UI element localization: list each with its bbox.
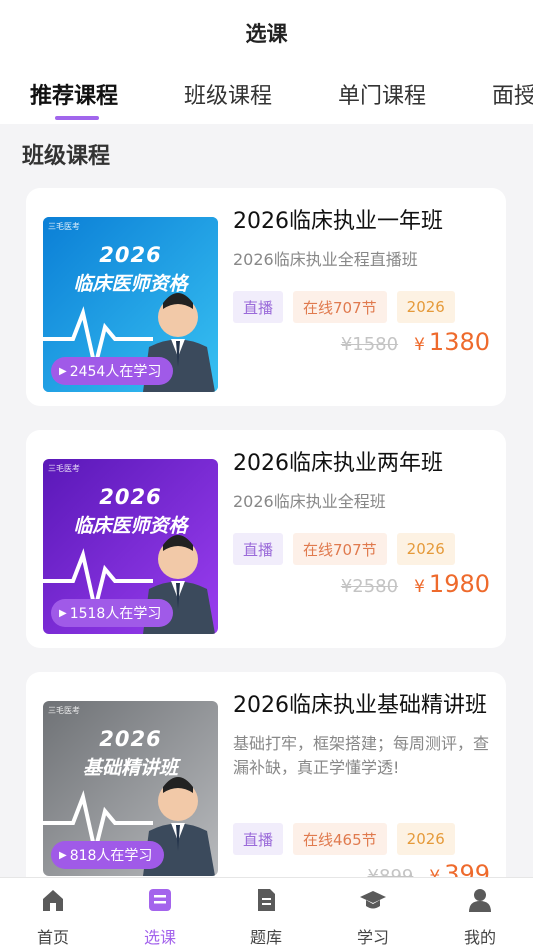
course-subtitle: 基础打牢，框架搭建；每周测评，查漏补缺，真正学懂学透! bbox=[233, 734, 490, 777]
course-name[interactable]: 2026临床执业两年班 bbox=[233, 450, 493, 478]
thumbnail-year: 2026 bbox=[99, 727, 162, 751]
nav-question-bank[interactable]: 题库 bbox=[231, 886, 301, 948]
brand-label: 三毛医考 bbox=[48, 464, 80, 473]
course-info: 2026临床执业一年班 2026临床执业全程直播班 bbox=[233, 208, 493, 272]
tag-year: 2026 bbox=[396, 823, 455, 855]
thumbnail-title: 临床医师资格 bbox=[73, 273, 188, 295]
course-card[interactable]: 三毛医考 2026 临床医师资格 ▶ 2454人在学习 2026临床执业一年班 … bbox=[26, 188, 506, 406]
course-select-icon bbox=[149, 889, 171, 911]
learners-count: 1518人在学习 bbox=[69, 606, 162, 622]
nav-label: 学习 bbox=[356, 928, 389, 947]
nav-label: 首页 bbox=[36, 928, 69, 947]
thumbnail-title: 基础精讲班 bbox=[82, 757, 178, 779]
course-subtitle: 2026临床执业全程直播班 bbox=[233, 250, 418, 269]
thumbnail-year: 2026 bbox=[99, 485, 162, 509]
play-icon: ▶ bbox=[59, 607, 67, 619]
learners-badge: ▶ 818人在学习 bbox=[51, 841, 165, 869]
tab-recommended[interactable]: 推荐课程 bbox=[30, 78, 118, 110]
tab-face-to-face[interactable]: 面授 bbox=[492, 78, 533, 110]
nav-profile[interactable]: 我的 bbox=[445, 886, 515, 948]
course-card[interactable]: 三毛医考 2026 临床医师资格 ▶ 1518人在学习 2026临床执业两年班 … bbox=[26, 430, 506, 648]
original-price: ¥1580 bbox=[340, 334, 399, 355]
course-tabs: 推荐课程 班级课程 单门课程 面授 bbox=[0, 66, 533, 124]
thumbnail-year: 2026 bbox=[99, 243, 162, 267]
course-info: 2026临床执业基础精讲班 基础打牢，框架搭建；每周测评，查漏补缺，真正学懂学透… bbox=[233, 692, 493, 780]
learners-count: 2454人在学习 bbox=[69, 364, 162, 380]
learners-count: 818人在学习 bbox=[69, 848, 153, 864]
brand-label: 三毛医考 bbox=[48, 222, 80, 231]
tag-lessons: 在线707节 bbox=[293, 533, 387, 565]
course-card[interactable]: 三毛医考 2026 基础精讲班 ▶ 818人在学习 2026临床执业基础精讲班 … bbox=[26, 672, 506, 902]
question-bank-icon bbox=[258, 889, 275, 911]
graduation-cap-icon bbox=[360, 891, 386, 909]
active-tab-indicator bbox=[55, 116, 99, 120]
tab-single-courses[interactable]: 单门课程 bbox=[338, 78, 426, 110]
nav-label: 我的 bbox=[463, 928, 496, 947]
currency-symbol: ¥ bbox=[414, 335, 425, 355]
currency-symbol: ¥ bbox=[414, 577, 425, 597]
course-name[interactable]: 2026临床执业基础精讲班 bbox=[233, 692, 493, 720]
course-thumbnail[interactable]: 三毛医考 2026 临床医师资格 ▶ 1518人在学习 bbox=[43, 459, 218, 634]
course-tags: 直播 在线707节 2026 bbox=[233, 291, 455, 323]
course-tags: 直播 在线465节 2026 bbox=[233, 823, 455, 855]
nav-label: 选课 bbox=[143, 928, 176, 947]
tag-lessons: 在线465节 bbox=[293, 823, 387, 855]
course-tags: 直播 在线707节 2026 bbox=[233, 533, 455, 565]
original-price: ¥2580 bbox=[340, 576, 399, 597]
play-icon: ▶ bbox=[59, 365, 67, 377]
current-price: 1980 bbox=[428, 570, 490, 598]
nav-study[interactable]: 学习 bbox=[338, 886, 408, 948]
price-row: ¥1580 ¥ 1380 bbox=[341, 328, 490, 356]
thumbnail-title: 临床医师资格 bbox=[73, 515, 188, 537]
tab-class-courses[interactable]: 班级课程 bbox=[184, 78, 272, 110]
home-icon bbox=[43, 890, 63, 911]
current-price: 1380 bbox=[428, 328, 490, 356]
tag-live: 直播 bbox=[233, 291, 284, 323]
course-thumbnail[interactable]: 三毛医考 2026 临床医师资格 ▶ 2454人在学习 bbox=[43, 217, 218, 392]
tag-live: 直播 bbox=[233, 533, 284, 565]
nav-home[interactable]: 首页 bbox=[18, 886, 88, 948]
section-title: 班级课程 bbox=[22, 144, 111, 169]
profile-icon bbox=[469, 889, 491, 912]
learners-badge: ▶ 2454人在学习 bbox=[51, 357, 174, 385]
course-thumbnail[interactable]: 三毛医考 2026 基础精讲班 ▶ 818人在学习 bbox=[43, 701, 218, 876]
top-bar: 选课 bbox=[0, 0, 533, 66]
price-row: ¥2580 ¥ 1980 bbox=[341, 570, 490, 598]
learners-badge: ▶ 1518人在学习 bbox=[51, 599, 174, 627]
course-subtitle: 2026临床执业全程班 bbox=[233, 492, 386, 511]
tag-live: 直播 bbox=[233, 823, 284, 855]
tag-lessons: 在线707节 bbox=[293, 291, 387, 323]
page-title: 选课 bbox=[245, 22, 288, 46]
course-name[interactable]: 2026临床执业一年班 bbox=[233, 208, 493, 236]
course-info: 2026临床执业两年班 2026临床执业全程班 bbox=[233, 450, 493, 514]
bottom-navigation: 首页 选课 题库 学习 我的 bbox=[0, 877, 533, 948]
brand-label: 三毛医考 bbox=[48, 706, 80, 715]
tag-year: 2026 bbox=[396, 533, 455, 565]
nav-course-select[interactable]: 选课 bbox=[125, 886, 195, 948]
nav-label: 题库 bbox=[249, 928, 282, 947]
tag-year: 2026 bbox=[396, 291, 455, 323]
play-icon: ▶ bbox=[59, 849, 67, 861]
